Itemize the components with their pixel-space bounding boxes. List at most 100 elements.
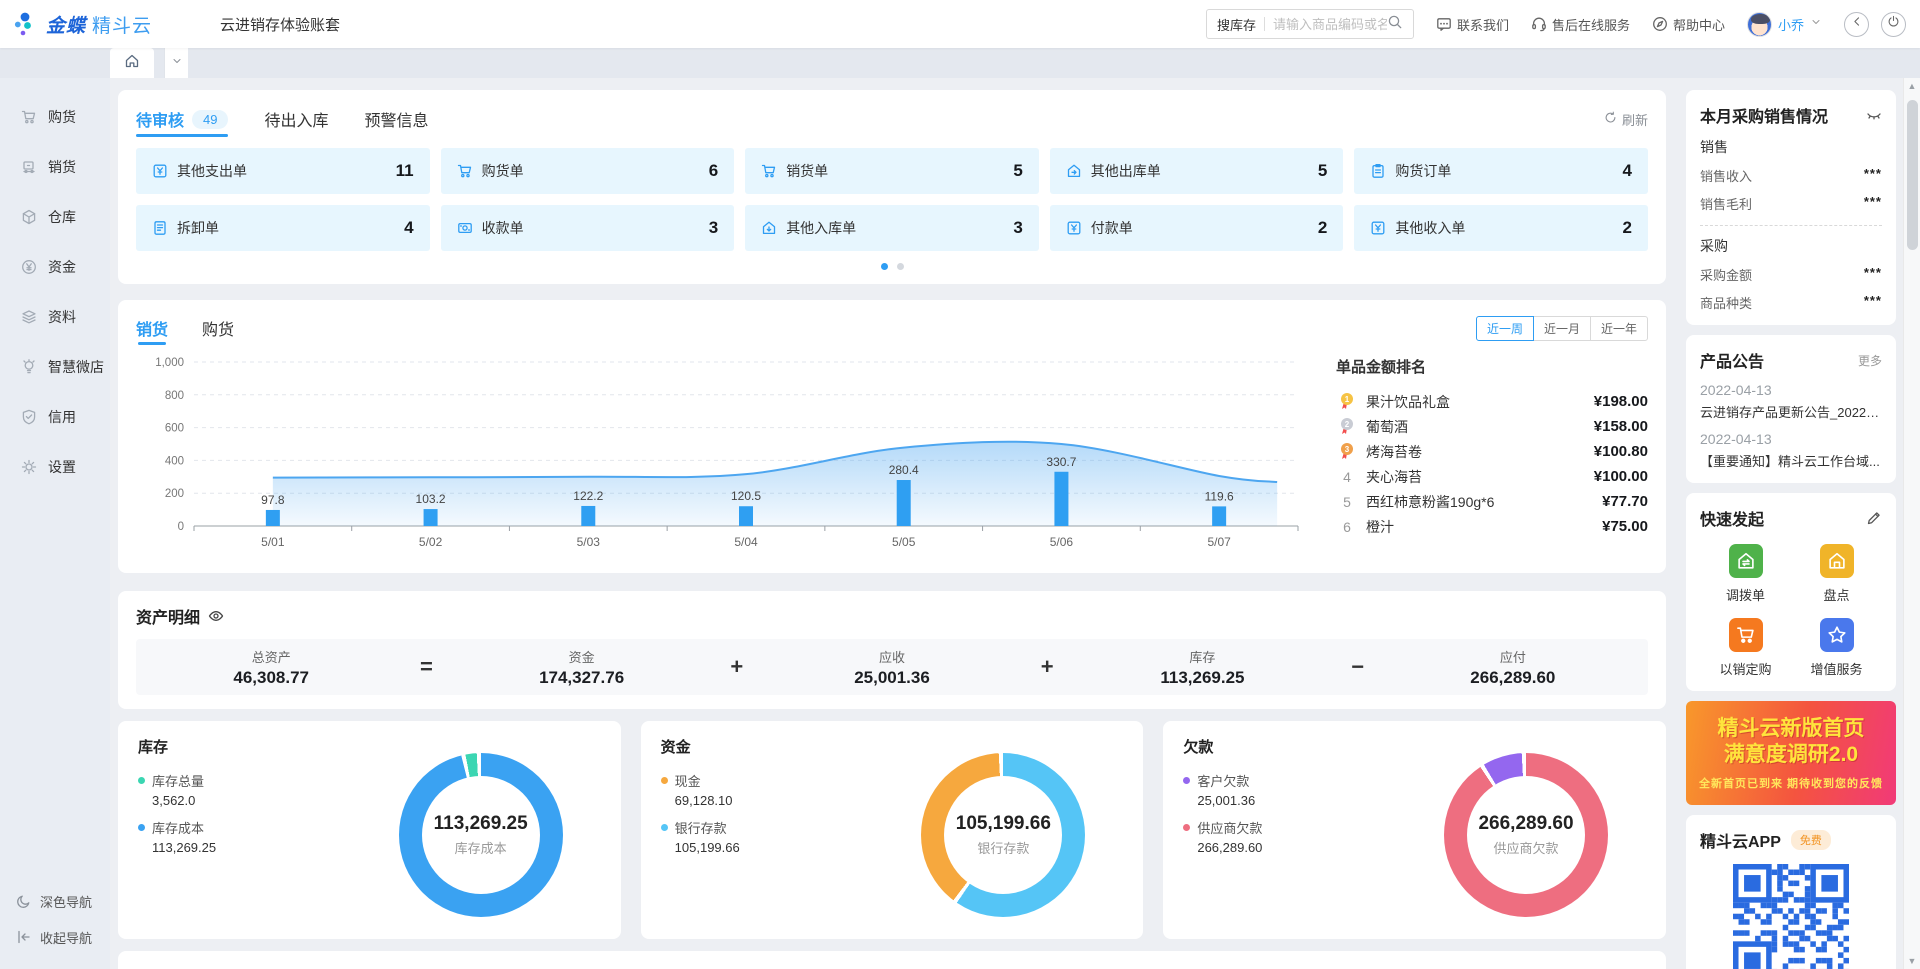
ranking-item-name: 西红柿意粉酱190g*6 (1366, 492, 1594, 512)
ranking-item-amount: ¥77.70 (1602, 493, 1648, 510)
eye-icon[interactable] (208, 608, 224, 624)
ranking-row[interactable]: 2葡萄酒¥158.00 (1336, 414, 1648, 439)
quick-label: 盘点 (1823, 585, 1849, 604)
yen-circle-icon (21, 259, 37, 275)
user-menu[interactable]: 小乔 (1747, 12, 1822, 37)
donut-panel-title: 欠款 (1183, 736, 1646, 757)
pending-tile-其他支出单[interactable]: 其他支出单 11 (136, 148, 430, 194)
scroll-down-arrow[interactable]: ▼ (1904, 953, 1920, 969)
chart-tab-销货[interactable]: 销货 (136, 312, 168, 344)
pending-tile-购货订单[interactable]: 购货订单4 (1354, 148, 1648, 194)
sidebar-item-信用[interactable]: 信用 (0, 392, 110, 442)
pending-tile-收款单[interactable]: 收款单3 (441, 205, 735, 251)
logo-text-secondary: 精斗云 (92, 11, 152, 38)
tab-待出入库[interactable]: 待出入库 (264, 103, 328, 135)
pending-tile-其他入库单[interactable]: 其他入库单3 (745, 205, 1039, 251)
history-back-button[interactable] (1844, 12, 1869, 37)
tile-count: 2 (1318, 218, 1327, 238)
handtruck-icon (21, 159, 37, 175)
banner-line3: 全新首页已到来 期待收到您的反馈 (1699, 775, 1883, 791)
sidebar-item-设置[interactable]: 设置 (0, 442, 110, 492)
sidebar-item-仓库[interactable]: 仓库 (0, 192, 110, 242)
inventory-searchbox[interactable]: 搜库存 (1206, 9, 1414, 39)
ranking-row[interactable]: 3烤海苔卷¥100.80 (1336, 439, 1648, 464)
summary-row-销售收入: 销售收入*** (1700, 166, 1882, 185)
tile-label: 销货单 (786, 161, 828, 181)
tab-list-dropdown[interactable] (164, 48, 188, 78)
tab-预警信息[interactable]: 预警信息 (365, 103, 429, 135)
range-button-近一周[interactable]: 近一周 (1476, 316, 1534, 341)
quick-launch-card: 快速发起 调拨单盘点以销定购增值服务 (1686, 493, 1896, 691)
trend-panel: 销货购货近一周近一月近一年 02004006008001,00097.8103.… (118, 300, 1666, 573)
topbar-link-售后在线服务[interactable]: 售后在线服务 (1531, 15, 1630, 34)
ranking-row[interactable]: 6橙汁¥75.00 (1336, 514, 1648, 539)
quick-调拨单[interactable]: 调拨单 (1700, 544, 1791, 604)
search-icon[interactable] (1387, 14, 1403, 35)
user-avatar[interactable] (1747, 12, 1772, 37)
yen-square-icon (152, 163, 168, 179)
sidebar-footer-深色导航[interactable]: 深色导航 (0, 883, 110, 919)
tile-label: 付款单 (1091, 218, 1133, 238)
range-button-近一年[interactable]: 近一年 (1590, 316, 1648, 341)
pending-tile-其他出库单[interactable]: 其他出库单5 (1050, 148, 1344, 194)
search-input[interactable] (1273, 17, 1387, 32)
scroll-up-arrow[interactable]: ▲ (1904, 78, 1920, 94)
topbar-link-帮助中心[interactable]: 帮助中心 (1652, 15, 1725, 34)
tile-label: 其他入库单 (786, 218, 856, 238)
announcement-item[interactable]: 2022-04-13云进销存产品更新公告_20220... (1700, 382, 1882, 421)
quick-以销定购[interactable]: 以销定购 (1700, 618, 1791, 678)
sidebar-item-购货[interactable]: 购货 (0, 92, 110, 142)
announcement-item[interactable]: 2022-04-13【重要通知】精斗云工作台域... (1700, 431, 1882, 470)
carousel-dot-2[interactable] (897, 263, 904, 270)
carousel-dot-1[interactable] (881, 263, 888, 270)
ranking-item-amount: ¥100.00 (1594, 468, 1648, 485)
chart-tab-购货[interactable]: 购货 (202, 312, 234, 344)
tile-count: 11 (396, 161, 414, 181)
range-button-近一月[interactable]: 近一月 (1533, 316, 1591, 341)
pending-tile-付款单[interactable]: 付款单 2 (1050, 205, 1344, 251)
logo[interactable]: 金蝶 精斗云 (14, 11, 152, 38)
donut-panel-title: 库存 (138, 736, 601, 757)
tab-home[interactable] (110, 48, 154, 78)
pending-tile-拆卸单[interactable]: 拆卸单4 (136, 205, 430, 251)
logout-button[interactable] (1881, 12, 1906, 37)
sidebar-item-资料[interactable]: 资料 (0, 292, 110, 342)
sidebar-item-智慧微店[interactable]: 智慧微店 (0, 342, 110, 392)
tab-待审核[interactable]: 待审核49 (136, 103, 228, 135)
sidebar-item-资金[interactable]: 资金 (0, 242, 110, 292)
search-scope-label[interactable]: 搜库存 (1217, 15, 1256, 34)
eye-closed-icon[interactable] (1866, 107, 1882, 123)
ranking-item-name: 烤海苔卷 (1366, 442, 1586, 462)
announcements-more-link[interactable]: 更多 (1858, 352, 1882, 369)
pending-tile-购货单[interactable]: 购货单6 (441, 148, 735, 194)
pending-tile-销货单[interactable]: 销货单5 (745, 148, 1039, 194)
monthly-summary-card: 本月采购销售情况 销售销售收入***销售毛利***采购采购金额***商品种类**… (1686, 90, 1896, 325)
sidebar-footer-label: 深色导航 (40, 892, 92, 911)
sidebar-item-label: 销货 (48, 157, 76, 177)
summary-row-value: *** (1864, 265, 1882, 284)
sidebar-item-销货[interactable]: 销货 (0, 142, 110, 192)
vertical-scrollbar[interactable]: ▲ ▼ (1903, 78, 1920, 969)
tile-label: 其他支出单 (177, 161, 247, 181)
ranking-row[interactable]: 4夹心海苔¥100.00 (1336, 464, 1648, 489)
survey-banner[interactable]: 精斗云新版首页 满意度调研2.0 全新首页已到来 期待收到您的反馈 (1686, 701, 1896, 805)
user-name[interactable]: 小乔 (1778, 15, 1804, 34)
quick-增值服务[interactable]: 增值服务 (1791, 618, 1882, 678)
scrollbar-thumb[interactable] (1907, 100, 1918, 250)
topbar-link-联系我们[interactable]: 联系我们 (1436, 15, 1509, 34)
tile-label: 其他收入单 (1395, 218, 1465, 238)
edit-pencil-icon[interactable] (1866, 510, 1882, 526)
quick-盘点[interactable]: 盘点 (1791, 544, 1882, 604)
svg-text:103.2: 103.2 (416, 492, 446, 506)
ranking-row[interactable]: 1果汁饮品礼盒¥198.00 (1336, 389, 1648, 414)
refresh-button[interactable]: 刷新 (1604, 110, 1648, 129)
chevron-down-icon[interactable] (1810, 15, 1822, 33)
sidebar-footer-收起导航[interactable]: 收起导航 (0, 919, 110, 955)
ranking-row[interactable]: 5西红柿意粉酱190g*6¥77.70 (1336, 489, 1648, 514)
summary-row-value: *** (1864, 293, 1882, 312)
sidebar-item-label: 仓库 (48, 207, 76, 227)
announcement-date: 2022-04-13 (1700, 382, 1882, 398)
ranking-item-name: 葡萄酒 (1366, 417, 1586, 437)
pending-tile-其他收入单[interactable]: 其他收入单2 (1354, 205, 1648, 251)
summary-row-value: *** (1864, 194, 1882, 213)
